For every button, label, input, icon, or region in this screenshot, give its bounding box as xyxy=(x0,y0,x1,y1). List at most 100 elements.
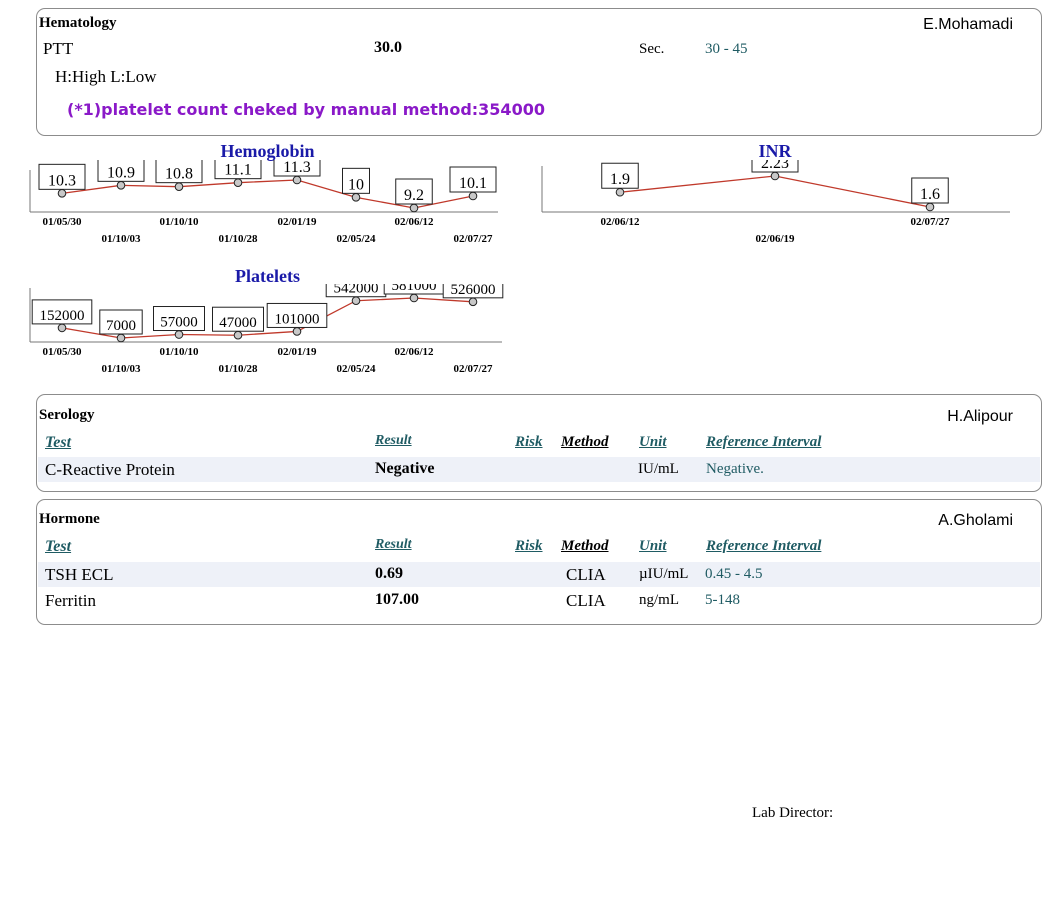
data-label-text: 10.8 xyxy=(165,166,193,183)
data-point xyxy=(468,297,478,307)
serology-panel: Serology H.Alipour Test Result Risk Meth… xyxy=(36,394,1042,492)
data-point xyxy=(116,181,126,190)
data-point xyxy=(770,171,780,181)
header-risk: Risk xyxy=(515,434,543,450)
x-tick-label: 01/10/28 xyxy=(218,233,258,245)
data-label: 1.9 xyxy=(601,162,639,189)
test-reference-range: 5-148 xyxy=(705,592,740,608)
x-tick-label: 01/10/03 xyxy=(101,363,141,375)
data-label: 10.1 xyxy=(449,166,497,193)
test-result: Negative xyxy=(375,460,435,477)
hemoglobin-chart-title: Hemoglobin xyxy=(220,141,315,161)
test-name: PTT xyxy=(43,39,74,58)
data-label: 526000 xyxy=(442,284,504,299)
data-label: 10 xyxy=(342,167,370,194)
data-point xyxy=(233,178,243,187)
test-name: Ferritin xyxy=(45,591,96,610)
header-unit: Unit xyxy=(639,538,667,554)
x-tick-label: 02/05/24 xyxy=(336,363,376,375)
data-label-text: 10 xyxy=(348,176,364,193)
data-label: 542000 xyxy=(325,284,387,298)
doctor-name: E.Mohamadi xyxy=(923,16,1013,33)
x-tick-label: 02/01/19 xyxy=(277,216,317,228)
data-point xyxy=(57,323,67,333)
flag-legend: H:High L:Low xyxy=(55,67,157,86)
data-label: 2.23 xyxy=(751,160,799,173)
data-label-text: 152000 xyxy=(40,308,85,324)
data-label: 1.6 xyxy=(911,177,949,204)
x-tick-label: 02/07/27 xyxy=(453,363,493,375)
header-result: Result xyxy=(375,433,412,448)
data-label-text: 526000 xyxy=(451,284,496,298)
doctor-name: A.Gholami xyxy=(938,512,1013,529)
data-label-text: 47000 xyxy=(219,315,257,331)
x-tick-label: 02/07/27 xyxy=(453,233,493,245)
data-label: 152000 xyxy=(31,299,93,325)
data-label: 10.3 xyxy=(38,163,86,190)
data-label-text: 1.6 xyxy=(920,186,940,203)
test-reference-range: 30 - 45 xyxy=(705,41,748,57)
test-method: CLIA xyxy=(566,591,606,610)
data-label-text: 542000 xyxy=(334,284,379,297)
data-label: 10.8 xyxy=(155,160,203,184)
test-unit: Sec. xyxy=(639,41,665,57)
x-tick-label: 02/05/24 xyxy=(336,233,376,245)
x-tick-label: 01/10/10 xyxy=(159,216,199,228)
data-label-text: 11.1 xyxy=(224,162,251,179)
data-point xyxy=(925,202,935,212)
data-label: 9.2 xyxy=(395,178,433,205)
data-label: 581000 xyxy=(383,284,445,295)
platelets-chart: 152000 7000 57000 47000 101000 542000 581000 52… xyxy=(29,284,504,375)
header-method: Method xyxy=(561,434,609,450)
data-label: 10.9 xyxy=(97,160,145,182)
data-point xyxy=(615,187,625,197)
data-label-text: 10.1 xyxy=(459,175,487,192)
x-tick-label: 02/06/19 xyxy=(755,233,795,245)
table-row: C-Reactive Protein Negative IU/mL Negati… xyxy=(38,457,1040,482)
x-tick-label: 01/10/03 xyxy=(101,233,141,245)
data-point xyxy=(351,296,361,306)
data-label-text: 10.9 xyxy=(107,164,135,181)
data-label-text: 581000 xyxy=(392,284,437,294)
test-unit: IU/mL xyxy=(638,461,679,477)
test-name: TSH ECL xyxy=(45,565,114,584)
data-point xyxy=(174,330,184,339)
x-tick-label: 02/06/12 xyxy=(394,346,434,358)
data-label: 47000 xyxy=(212,306,264,332)
data-point xyxy=(233,330,243,340)
data-point xyxy=(409,293,419,303)
data-label: 101000 xyxy=(266,302,328,328)
data-label: 11.1 xyxy=(214,160,262,180)
data-label-text: 10.3 xyxy=(48,172,76,189)
data-label-text: 2.23 xyxy=(761,160,789,172)
test-reference-range: 0.45 - 4.5 xyxy=(705,566,763,582)
data-point xyxy=(57,189,67,198)
section-title: Hematology xyxy=(39,15,117,31)
hematology-panel: Hematology E.Mohamadi PTT 30.0 Sec. 30 -… xyxy=(36,8,1042,136)
test-reference-range: Negative. xyxy=(706,461,764,477)
data-point xyxy=(292,175,302,185)
data-point xyxy=(351,193,361,202)
header-method: Method xyxy=(561,538,609,554)
hormone-panel: Hormone A.Gholami Test Result Risk Metho… xyxy=(36,499,1042,625)
series-line xyxy=(619,175,931,208)
data-label: 7000 xyxy=(99,309,143,335)
data-label-text: 57000 xyxy=(160,315,198,331)
header-reference: Reference Interval xyxy=(706,538,822,554)
data-label-text: 101000 xyxy=(275,311,320,327)
data-label-text: 7000 xyxy=(106,318,136,334)
header-test: Test xyxy=(45,434,72,451)
test-method: CLIA xyxy=(566,565,606,584)
section-title: Hormone xyxy=(39,511,100,527)
test-unit: ng/mL xyxy=(639,592,679,608)
data-point xyxy=(174,182,184,191)
header-result: Result xyxy=(375,537,412,552)
x-tick-label: 02/07/27 xyxy=(910,216,950,228)
header-reference: Reference Interval xyxy=(706,434,822,450)
section-title: Serology xyxy=(39,407,95,423)
x-tick-label: 01/10/28 xyxy=(218,363,258,375)
x-tick-label: 01/05/30 xyxy=(42,216,82,228)
test-unit: µIU/mL xyxy=(639,566,689,582)
lab-director-label: Lab Director: xyxy=(752,805,834,821)
data-point xyxy=(116,333,126,343)
